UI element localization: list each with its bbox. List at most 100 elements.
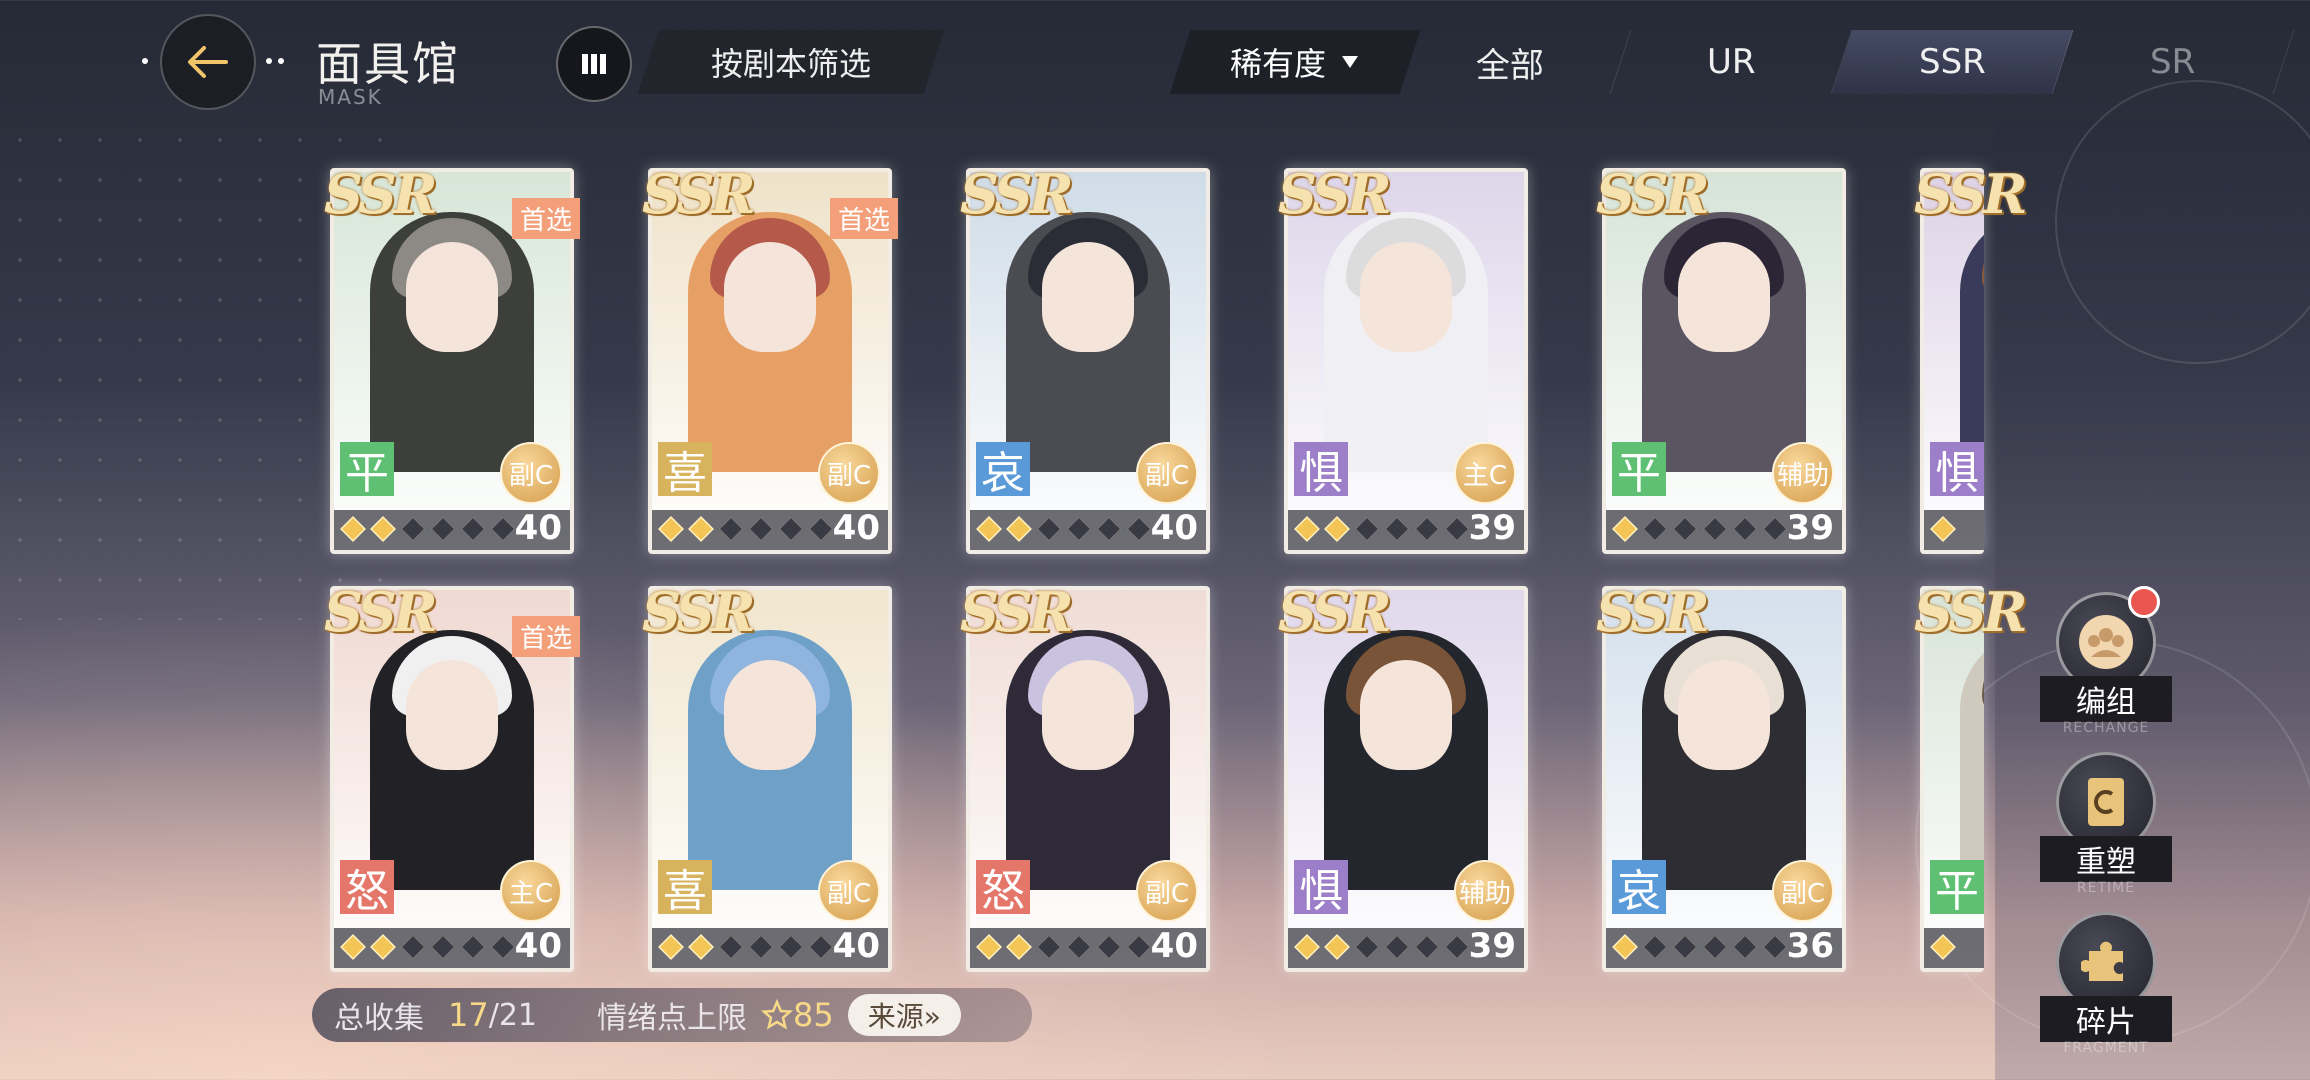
star-rank bbox=[976, 516, 1152, 542]
tab-label: SSR bbox=[1918, 42, 1986, 82]
emotion-badge: 惧 bbox=[1294, 860, 1348, 917]
triangle-down-icon bbox=[1342, 56, 1358, 68]
role-badge: 副C bbox=[1136, 442, 1198, 504]
mask-card[interactable]: SSR 首选怒 主C 40 bbox=[324, 580, 580, 972]
diamond-star-icon bbox=[1732, 516, 1758, 542]
emotion-badge: 怒 bbox=[976, 860, 1030, 917]
team-button[interactable]: 编组 RECHANGE bbox=[2040, 586, 2172, 752]
team-button-label: 编组 bbox=[2040, 676, 2172, 722]
emotion-badge: 平 bbox=[340, 442, 394, 499]
page-subtitle: MASK bbox=[318, 85, 383, 109]
diamond-star-icon bbox=[1126, 516, 1152, 542]
rarity-tabs: 全部 UR SSR SR bbox=[1389, 30, 2295, 94]
diamond-star-icon bbox=[460, 934, 486, 960]
diamond-star-icon bbox=[1006, 934, 1032, 960]
diamond-star-icon bbox=[688, 934, 714, 960]
diamond-star-icon bbox=[1126, 934, 1152, 960]
diamond-star-icon bbox=[1294, 516, 1320, 542]
decor-dot bbox=[278, 58, 284, 64]
diamond-star-icon bbox=[1930, 516, 1956, 542]
diamond-star-icon bbox=[430, 934, 456, 960]
rarity-dropdown[interactable]: 稀有度 bbox=[1169, 30, 1421, 94]
arrow-left-icon bbox=[188, 46, 228, 78]
diamond-star-icon bbox=[1762, 934, 1788, 960]
emotion-badge: 喜 bbox=[658, 860, 712, 917]
mask-card[interactable]: SSR 惧 辅助 39 bbox=[1278, 580, 1528, 972]
diamond-star-icon bbox=[748, 516, 774, 542]
fragment-button[interactable]: 碎片 FRAGMENT bbox=[2040, 912, 2172, 1072]
mask-card[interactable]: SSR 平 辅助 39 bbox=[1596, 162, 1846, 554]
star-rank bbox=[1294, 934, 1470, 960]
rarity-badge: SSR bbox=[324, 162, 438, 226]
diamond-star-icon bbox=[1612, 934, 1638, 960]
role-badge: 主C bbox=[500, 860, 562, 922]
rarity-badge: SSR bbox=[324, 580, 438, 644]
tab-all[interactable]: 全部 bbox=[1389, 30, 1632, 94]
diamond-star-icon bbox=[1096, 516, 1122, 542]
diamond-star-icon bbox=[658, 934, 684, 960]
star-rank bbox=[658, 516, 834, 542]
diamond-star-icon bbox=[1006, 516, 1032, 542]
diamond-star-icon bbox=[778, 934, 804, 960]
diamond-star-icon bbox=[460, 516, 486, 542]
emotion-badge: 惧 bbox=[1294, 442, 1348, 499]
mask-card[interactable]: SSR 惧 bbox=[1914, 162, 2028, 554]
star-rank bbox=[1930, 934, 1956, 960]
menu-button[interactable] bbox=[556, 26, 632, 102]
diamond-star-icon bbox=[1294, 934, 1320, 960]
source-button[interactable]: 来源» bbox=[847, 994, 961, 1036]
emotion-badge: 喜 bbox=[658, 442, 712, 499]
diamond-star-icon bbox=[400, 516, 426, 542]
mask-card[interactable]: SSR 哀 副C 40 bbox=[960, 162, 1210, 554]
role-badge: 主C bbox=[1454, 442, 1516, 504]
collection-count: 17 bbox=[448, 996, 489, 1034]
decor-dot bbox=[142, 58, 148, 64]
diamond-star-icon bbox=[1702, 516, 1728, 542]
mask-card[interactable]: SSR 平 bbox=[1914, 580, 2028, 972]
mask-card[interactable]: SSR 哀 副C 36 bbox=[1596, 580, 1846, 972]
diamond-star-icon bbox=[370, 934, 396, 960]
star-rank bbox=[658, 934, 834, 960]
tab-sr[interactable]: SR bbox=[2052, 30, 2295, 94]
diamond-star-icon bbox=[1354, 934, 1380, 960]
diamond-star-icon bbox=[778, 516, 804, 542]
rarity-badge: SSR bbox=[1596, 580, 1710, 644]
star-rank bbox=[1294, 516, 1470, 542]
diamond-star-icon bbox=[430, 516, 456, 542]
reshape-button-sublabel: RETIME bbox=[2076, 880, 2136, 896]
preferred-tag: 首选 bbox=[829, 198, 898, 239]
script-filter-label: 按剧本筛选 bbox=[710, 45, 871, 83]
rarity-badge: SSR bbox=[642, 580, 756, 644]
emotion-badge: 平 bbox=[1612, 442, 1666, 499]
diamond-star-icon bbox=[340, 516, 366, 542]
role-badge: 辅助 bbox=[1454, 860, 1516, 922]
team-button-sublabel: RECHANGE bbox=[2062, 720, 2150, 736]
source-button-label: 来源» bbox=[867, 1000, 941, 1033]
rarity-badge: SSR bbox=[642, 162, 756, 226]
mask-card[interactable]: SSR 首选喜 副C 40 bbox=[642, 162, 898, 554]
mask-card[interactable]: SSR 惧 主C 39 bbox=[1278, 162, 1528, 554]
card-level: 39 bbox=[1468, 508, 1516, 548]
mask-card[interactable]: SSR 喜 副C 40 bbox=[642, 580, 892, 972]
tab-ur[interactable]: UR bbox=[1610, 30, 1853, 94]
rarity-badge: SSR bbox=[1596, 162, 1710, 226]
rarity-badge: SSR bbox=[960, 580, 1074, 644]
mask-card[interactable]: SSR 怒 副C 40 bbox=[960, 580, 1210, 972]
tab-ssr[interactable]: SSR bbox=[1831, 30, 2074, 94]
diamond-star-icon bbox=[1036, 934, 1062, 960]
diamond-star-icon bbox=[718, 516, 744, 542]
fragment-button-sublabel: FRAGMENT bbox=[2063, 1040, 2149, 1056]
emotion-badge: 怒 bbox=[340, 860, 394, 917]
back-button[interactable] bbox=[160, 14, 256, 110]
rarity-badge: SSR bbox=[1914, 162, 2028, 226]
card-level: 39 bbox=[1468, 926, 1516, 966]
reshape-button[interactable]: 重塑 RETIME bbox=[2040, 752, 2172, 912]
role-badge: 副C bbox=[500, 442, 562, 504]
script-filter-button[interactable]: 按剧本筛选 bbox=[637, 30, 945, 94]
star-rank bbox=[1612, 934, 1788, 960]
emotion-limit-label: 情绪点上限 bbox=[597, 1001, 747, 1036]
rarity-dropdown-label: 稀有度 bbox=[1229, 45, 1326, 83]
decor-ring bbox=[2055, 80, 2310, 364]
role-badge: 副C bbox=[818, 442, 880, 504]
mask-card[interactable]: SSR 首选平 副C 40 bbox=[324, 162, 580, 554]
